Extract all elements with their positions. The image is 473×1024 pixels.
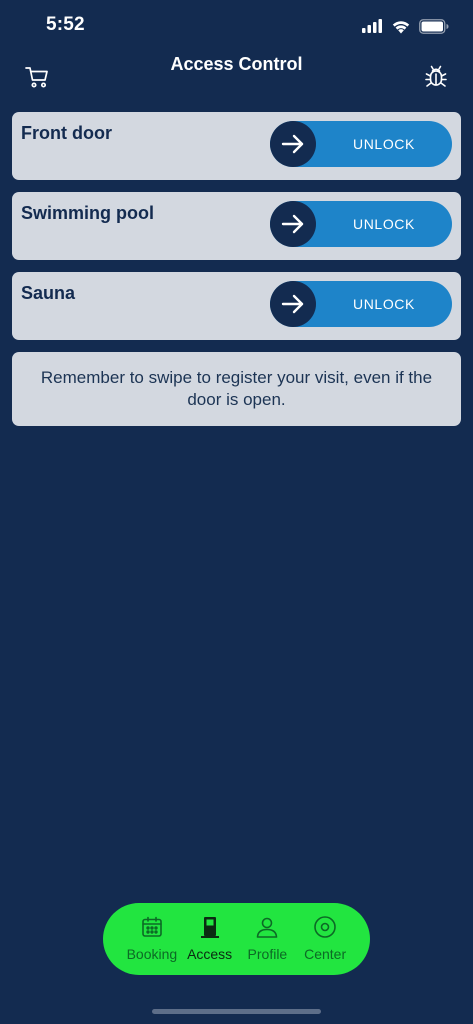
door-icon [200, 917, 219, 938]
unlock-knob[interactable] [270, 121, 316, 167]
nav-label: Center [304, 946, 347, 962]
home-indicator [152, 1009, 321, 1014]
bug-icon [425, 65, 447, 87]
status-icons [362, 16, 449, 36]
access-name: Front door [21, 123, 112, 143]
person-icon [257, 917, 278, 938]
unlock-knob[interactable] [270, 201, 316, 247]
nav-item-profile[interactable]: Profile [239, 903, 297, 975]
unlock-slider-sauna[interactable]: UNLOCK [270, 281, 452, 327]
battery-icon [419, 18, 449, 34]
nav-item-center[interactable]: Center [296, 903, 354, 975]
access-list: Front door UNLOCK Swimming pool UNLOCK S… [12, 112, 461, 352]
status-bar: 5:52 [0, 0, 473, 52]
unlock-slider-swimming-pool[interactable]: UNLOCK [270, 201, 452, 247]
unlock-label: UNLOCK [353, 296, 415, 312]
access-card-front-door: Front door UNLOCK [12, 112, 461, 180]
nav-label: Access [187, 946, 233, 962]
calendar-icon [142, 916, 162, 937]
access-card-swimming-pool: Swimming pool UNLOCK [12, 192, 461, 260]
arrow-right-icon [281, 134, 304, 154]
target-icon [314, 916, 336, 938]
notice-text: Remember to swipe to register your visit… [40, 368, 433, 409]
nav-item-booking[interactable]: Booking [123, 903, 181, 975]
app-header: Access Control [0, 52, 473, 102]
access-name: Sauna [21, 283, 76, 303]
signal-icon [362, 19, 382, 33]
nav-label: Booking [126, 946, 178, 962]
arrow-right-icon [281, 294, 304, 314]
nav-item-access[interactable]: Access [181, 903, 239, 975]
access-card-sauna: Sauna UNLOCK [12, 272, 461, 340]
status-time: 5:52 [46, 14, 85, 35]
wifi-icon [392, 20, 410, 33]
arrow-right-icon [281, 214, 304, 234]
nav-label: Profile [247, 946, 288, 962]
page-title: Access Control [170, 54, 303, 74]
access-name: Swimming pool [21, 203, 154, 223]
bottom-nav: Booking Access Profile Center [103, 903, 370, 975]
unlock-label: UNLOCK [353, 216, 415, 232]
unlock-label: UNLOCK [353, 136, 415, 152]
swipe-notice: Remember to swipe to register your visit… [12, 352, 461, 426]
unlock-slider-front-door[interactable]: UNLOCK [270, 121, 452, 167]
bug-report-button[interactable] [421, 62, 451, 92]
unlock-knob[interactable] [270, 281, 316, 327]
